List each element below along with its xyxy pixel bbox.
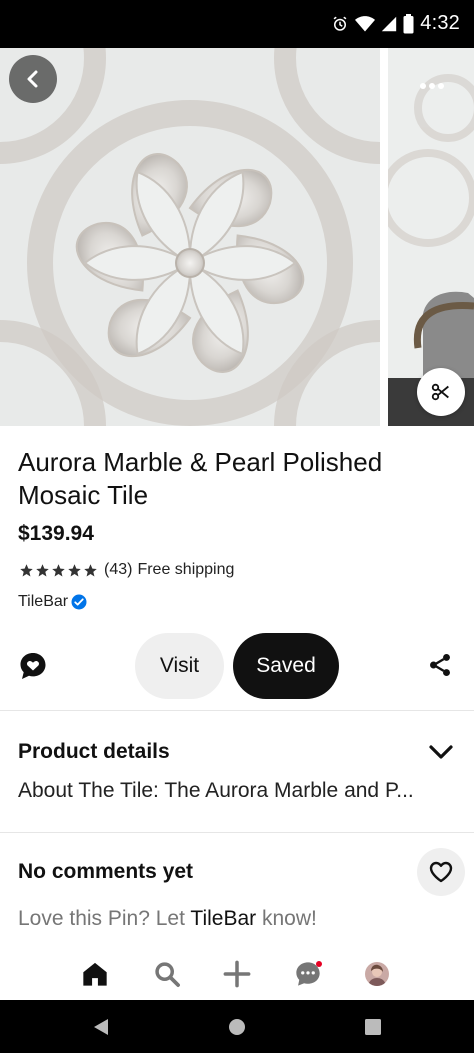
nav-profile[interactable] <box>361 958 393 990</box>
search-icon <box>155 962 180 987</box>
comment-prompt-prefix: Love this Pin? Let <box>18 907 191 930</box>
scissors-icon <box>431 383 449 401</box>
merchant-name: TileBar <box>18 593 69 610</box>
back-button[interactable] <box>9 55 57 103</box>
expand-details-button[interactable] <box>428 742 454 762</box>
square-recents-icon <box>365 1019 381 1035</box>
signal-icon <box>382 16 397 31</box>
battery-icon <box>403 13 414 33</box>
comment-prompt-merchant: TileBar <box>190 907 257 930</box>
status-icons: 4:32 <box>331 12 460 35</box>
star-icon <box>68 563 81 576</box>
circle-home-icon <box>229 1019 245 1035</box>
profile-avatar <box>365 962 389 986</box>
alarm-icon <box>333 16 347 31</box>
visit-button[interactable]: Visit <box>135 633 224 699</box>
product-details-heading[interactable]: Product details <box>18 740 170 764</box>
comment-prompt-suffix: know! <box>256 907 317 930</box>
product-title: Aurora Marble & Pearl Polished Mosaic Ti… <box>18 447 383 510</box>
more-button[interactable] <box>408 66 456 106</box>
system-home-button[interactable] <box>226 1016 248 1038</box>
speech-heart-icon <box>20 653 46 679</box>
status-time: 4:32 <box>420 12 460 34</box>
mosaic-tile-image <box>0 48 380 426</box>
status-bar: 4:32 <box>0 0 474 48</box>
notification-dot <box>316 961 322 967</box>
rating-row[interactable]: (43) Free shipping <box>19 561 234 579</box>
pin-image-carousel[interactable] <box>0 48 474 426</box>
star-icon <box>36 563 49 576</box>
nav-search[interactable] <box>151 958 183 990</box>
star-icon <box>20 563 33 576</box>
wifi-icon <box>355 15 376 31</box>
pin-image[interactable] <box>0 48 380 426</box>
system-recents-button[interactable] <box>362 1016 384 1038</box>
saved-button[interactable]: Saved <box>233 633 339 699</box>
bottom-navigation <box>0 948 474 1000</box>
merchant-link[interactable]: TileBar <box>18 593 88 611</box>
shipping-label: Free shipping <box>137 561 235 578</box>
nav-messages[interactable] <box>292 958 324 990</box>
heart-icon <box>429 861 453 883</box>
ellipsis-icon <box>420 83 444 89</box>
product-details-text: About The Tile: The Aurora Marble and P.… <box>18 779 414 802</box>
comment-reaction-button[interactable] <box>17 650 49 682</box>
divider <box>0 710 474 711</box>
comments-heading: No comments yet <box>18 860 194 883</box>
chevron-down-icon <box>429 745 453 759</box>
chevron-left-icon <box>27 70 38 88</box>
share-icon <box>430 653 450 677</box>
react-heart-button[interactable] <box>417 848 465 896</box>
share-button[interactable] <box>427 652 455 680</box>
divider <box>0 832 474 833</box>
system-back-button[interactable] <box>90 1016 112 1038</box>
rating-count: (43) <box>104 561 133 578</box>
triangle-back-icon <box>94 1019 108 1035</box>
rating-stars <box>19 563 98 578</box>
nav-create[interactable] <box>221 958 253 990</box>
star-icon <box>84 563 97 576</box>
star-icon <box>52 563 65 576</box>
comment-prompt[interactable]: Love this Pin? Let TileBar know! <box>18 907 317 931</box>
plus-icon <box>223 960 251 988</box>
home-icon <box>83 962 107 986</box>
product-price: $139.94 <box>18 522 94 545</box>
verified-badge-icon <box>71 594 87 610</box>
visual-search-button[interactable] <box>417 368 465 416</box>
system-navigation-bar <box>0 1000 474 1053</box>
nav-home[interactable] <box>79 958 111 990</box>
